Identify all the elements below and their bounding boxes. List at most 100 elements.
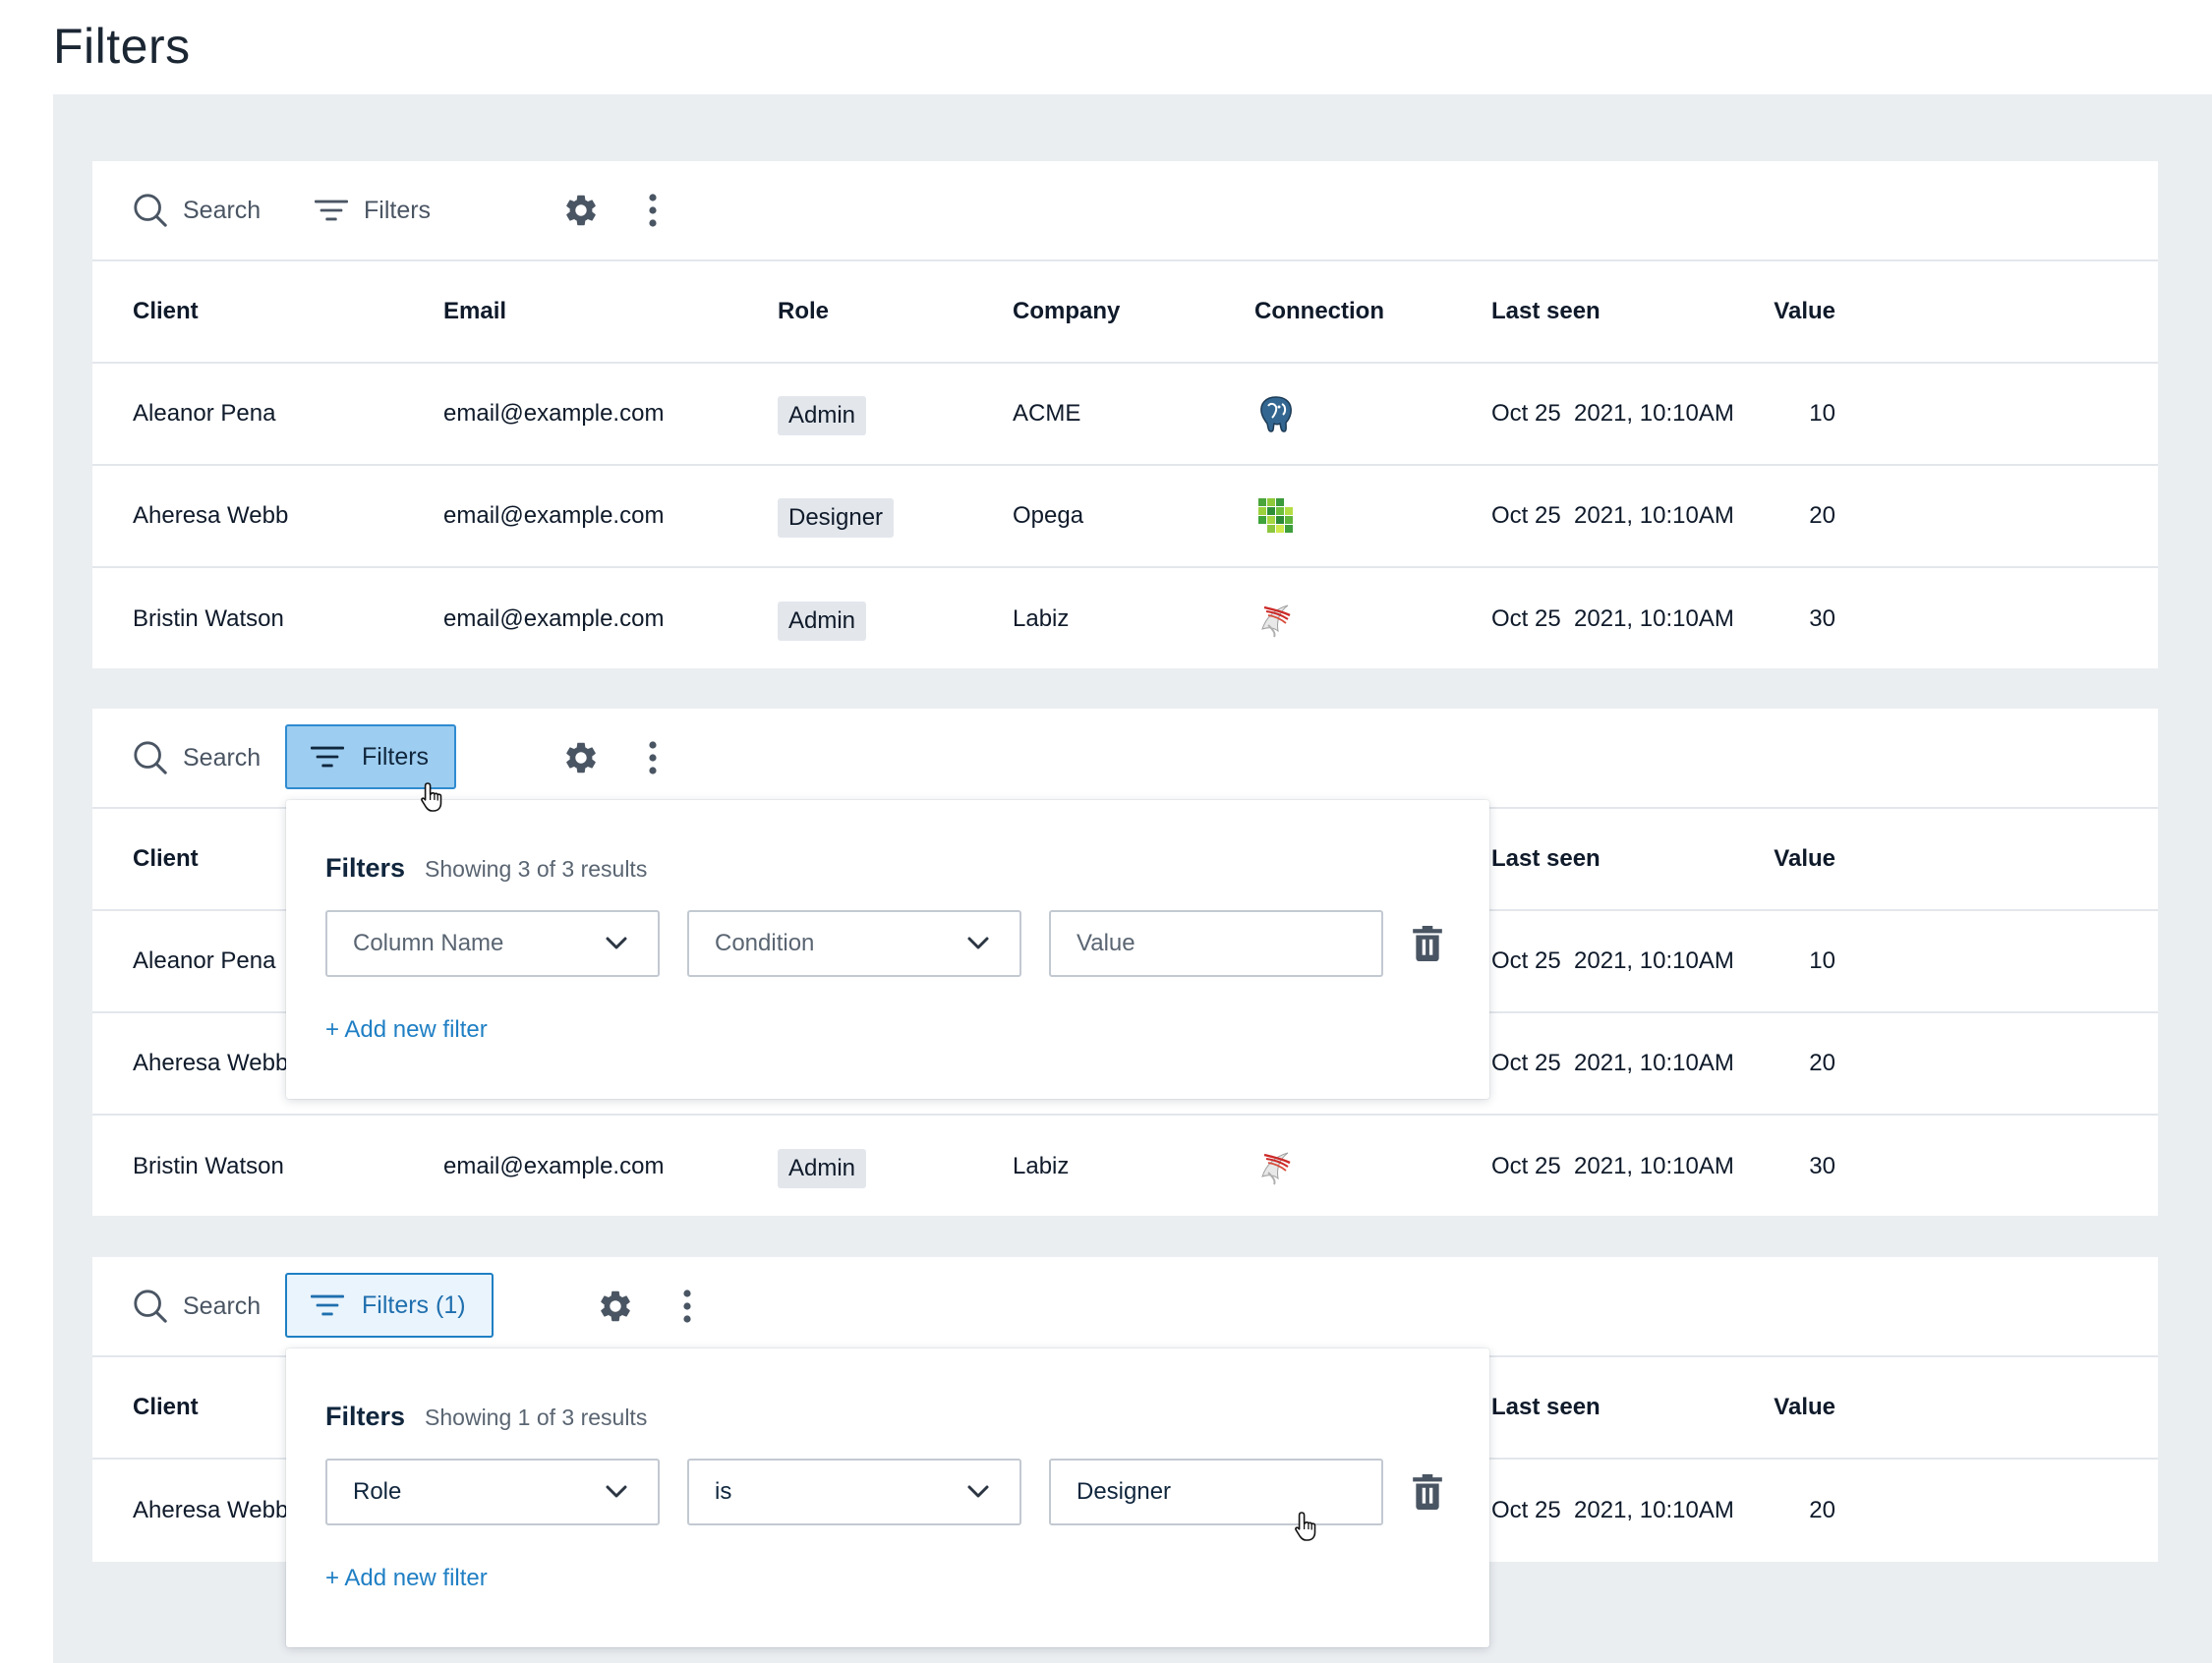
column-header-role[interactable]: Role [778, 261, 829, 362]
cell-value: 30 [1809, 605, 1835, 632]
cell-value: 20 [1809, 502, 1835, 529]
chevron-down-icon [605, 1484, 628, 1500]
cell-role: Admin [778, 568, 867, 670]
cell-email: email@example.com [443, 605, 665, 632]
table-panel-default: Search Filters Client Email Role Company… [92, 161, 2158, 668]
cell-company: Labiz [1013, 605, 1070, 632]
settings-button[interactable] [562, 709, 600, 807]
role-badge: Admin [778, 1149, 867, 1188]
table-row[interactable]: Aleanor Pena email@example.com Admin ACM… [92, 364, 2158, 466]
cell-last-seen: Oct 25 2021, 10:10AM [1491, 1050, 1734, 1076]
filters-label: Filters [362, 742, 430, 771]
more-options-button[interactable] [648, 161, 658, 259]
cell-value: 10 [1809, 400, 1835, 427]
column-header-client[interactable]: Client [133, 1357, 199, 1458]
search-label: Search [183, 1291, 262, 1320]
table-row[interactable]: Bristin Watson email@example.com Admin L… [92, 1116, 2158, 1218]
search-control[interactable]: Search [132, 1257, 261, 1355]
page-title: Filters [53, 19, 191, 74]
cell-role: Designer [778, 466, 895, 566]
filters-button-applied[interactable]: Filters (1) [285, 1273, 494, 1338]
cell-client: Bristin Watson [133, 605, 284, 632]
column-name-placeholder: Column Name [353, 930, 504, 956]
column-header-client[interactable]: Client [133, 261, 199, 362]
cell-last-seen: Oct 25 2021, 10:10AM [1491, 947, 1734, 974]
cell-last-seen: Oct 25 2021, 10:10AM [1491, 502, 1734, 529]
value-input[interactable]: Designer [1049, 1459, 1383, 1525]
chevron-down-icon [966, 1484, 990, 1500]
table-row[interactable]: Aheresa Webb email@example.com Designer … [92, 466, 2158, 568]
condition-select[interactable]: is [687, 1459, 1021, 1525]
column-header-value[interactable]: Value [1750, 261, 1835, 362]
add-new-filter-link[interactable]: + Add new filter [325, 1016, 488, 1044]
search-control[interactable]: Search [132, 709, 261, 807]
more-options-button[interactable] [682, 1257, 692, 1355]
filters-popover-title: Filters [325, 1402, 406, 1431]
table-row[interactable]: Bristin Watson email@example.com Admin L… [92, 568, 2158, 670]
cell-last-seen: Oct 25 2021, 10:10AM [1491, 400, 1734, 427]
column-header-last-seen[interactable]: Last seen [1491, 261, 1601, 362]
column-name-select[interactable]: Column Name [325, 910, 660, 977]
kebab-icon [682, 1289, 692, 1324]
cell-client: Aleanor Pena [133, 400, 276, 427]
column-header-value[interactable]: Value [1750, 809, 1835, 909]
column-header-last-seen[interactable]: Last seen [1491, 1357, 1601, 1458]
settings-button[interactable] [562, 161, 600, 259]
filter-icon [315, 199, 348, 222]
search-label: Search [183, 196, 262, 224]
chevron-down-icon [966, 936, 990, 951]
column-header-email[interactable]: Email [443, 261, 506, 362]
filters-button-active[interactable]: Filters [285, 724, 457, 789]
search-icon [132, 192, 169, 229]
cell-client: Aheresa Webb [133, 1050, 289, 1076]
search-label: Search [183, 743, 262, 772]
table-toolbar: Search Filters [92, 709, 2158, 809]
column-header-client[interactable]: Client [133, 809, 199, 909]
settings-button[interactable] [597, 1257, 634, 1355]
results-count: Showing 3 of 3 results [425, 856, 648, 882]
cell-last-seen: Oct 25 2021, 10:10AM [1491, 1497, 1734, 1523]
trash-icon[interactable] [1413, 926, 1442, 961]
trash-icon[interactable] [1413, 1474, 1442, 1510]
search-icon [132, 739, 169, 776]
cell-connection [1256, 364, 1296, 464]
column-header-company[interactable]: Company [1013, 261, 1120, 362]
search-icon [132, 1288, 169, 1325]
value-placeholder: Value [1077, 930, 1135, 956]
cell-value: 30 [1809, 1153, 1835, 1179]
condition-placeholder: Condition [715, 930, 815, 956]
cell-email: email@example.com [443, 1153, 665, 1179]
pointer-hand-cursor-icon [420, 781, 445, 813]
column-header-last-seen[interactable]: Last seen [1491, 809, 1601, 909]
cell-value: 10 [1809, 947, 1835, 974]
kebab-icon [648, 740, 658, 775]
value-input[interactable]: Value [1049, 910, 1383, 977]
green-grid-database-icon [1256, 496, 1296, 536]
condition-select[interactable]: Condition [687, 910, 1021, 977]
cell-company: ACME [1013, 400, 1081, 427]
cell-client: Aleanor Pena [133, 947, 276, 974]
column-name-select[interactable]: Role [325, 1459, 660, 1525]
filters-label: Filters (1) [362, 1290, 466, 1319]
more-options-button[interactable] [648, 709, 658, 807]
filters-popover-title: Filters [325, 853, 406, 883]
search-control[interactable]: Search [132, 161, 261, 259]
cell-company: Opega [1013, 502, 1084, 529]
add-new-filter-link[interactable]: + Add new filter [325, 1565, 488, 1592]
cell-last-seen: Oct 25 2021, 10:10AM [1491, 605, 1734, 632]
table-toolbar: Search Filters (1) [92, 1257, 2158, 1357]
filters-label: Filters [364, 196, 432, 224]
gear-icon [562, 739, 600, 776]
column-header-connection[interactable]: Connection [1254, 261, 1384, 362]
cell-value: 20 [1809, 1050, 1835, 1076]
table-toolbar: Search Filters [92, 161, 2158, 261]
filters-button[interactable]: Filters [315, 161, 431, 259]
cell-client: Aheresa Webb [133, 502, 289, 529]
role-badge: Admin [778, 396, 867, 435]
gear-icon [562, 192, 600, 229]
column-header-value[interactable]: Value [1750, 1357, 1835, 1458]
sql-server-icon [1256, 600, 1296, 639]
filter-icon [311, 745, 344, 769]
cell-role: Admin [778, 364, 867, 464]
filters-popover: Filters Showing 1 of 3 results Role is D… [286, 1348, 1489, 1647]
